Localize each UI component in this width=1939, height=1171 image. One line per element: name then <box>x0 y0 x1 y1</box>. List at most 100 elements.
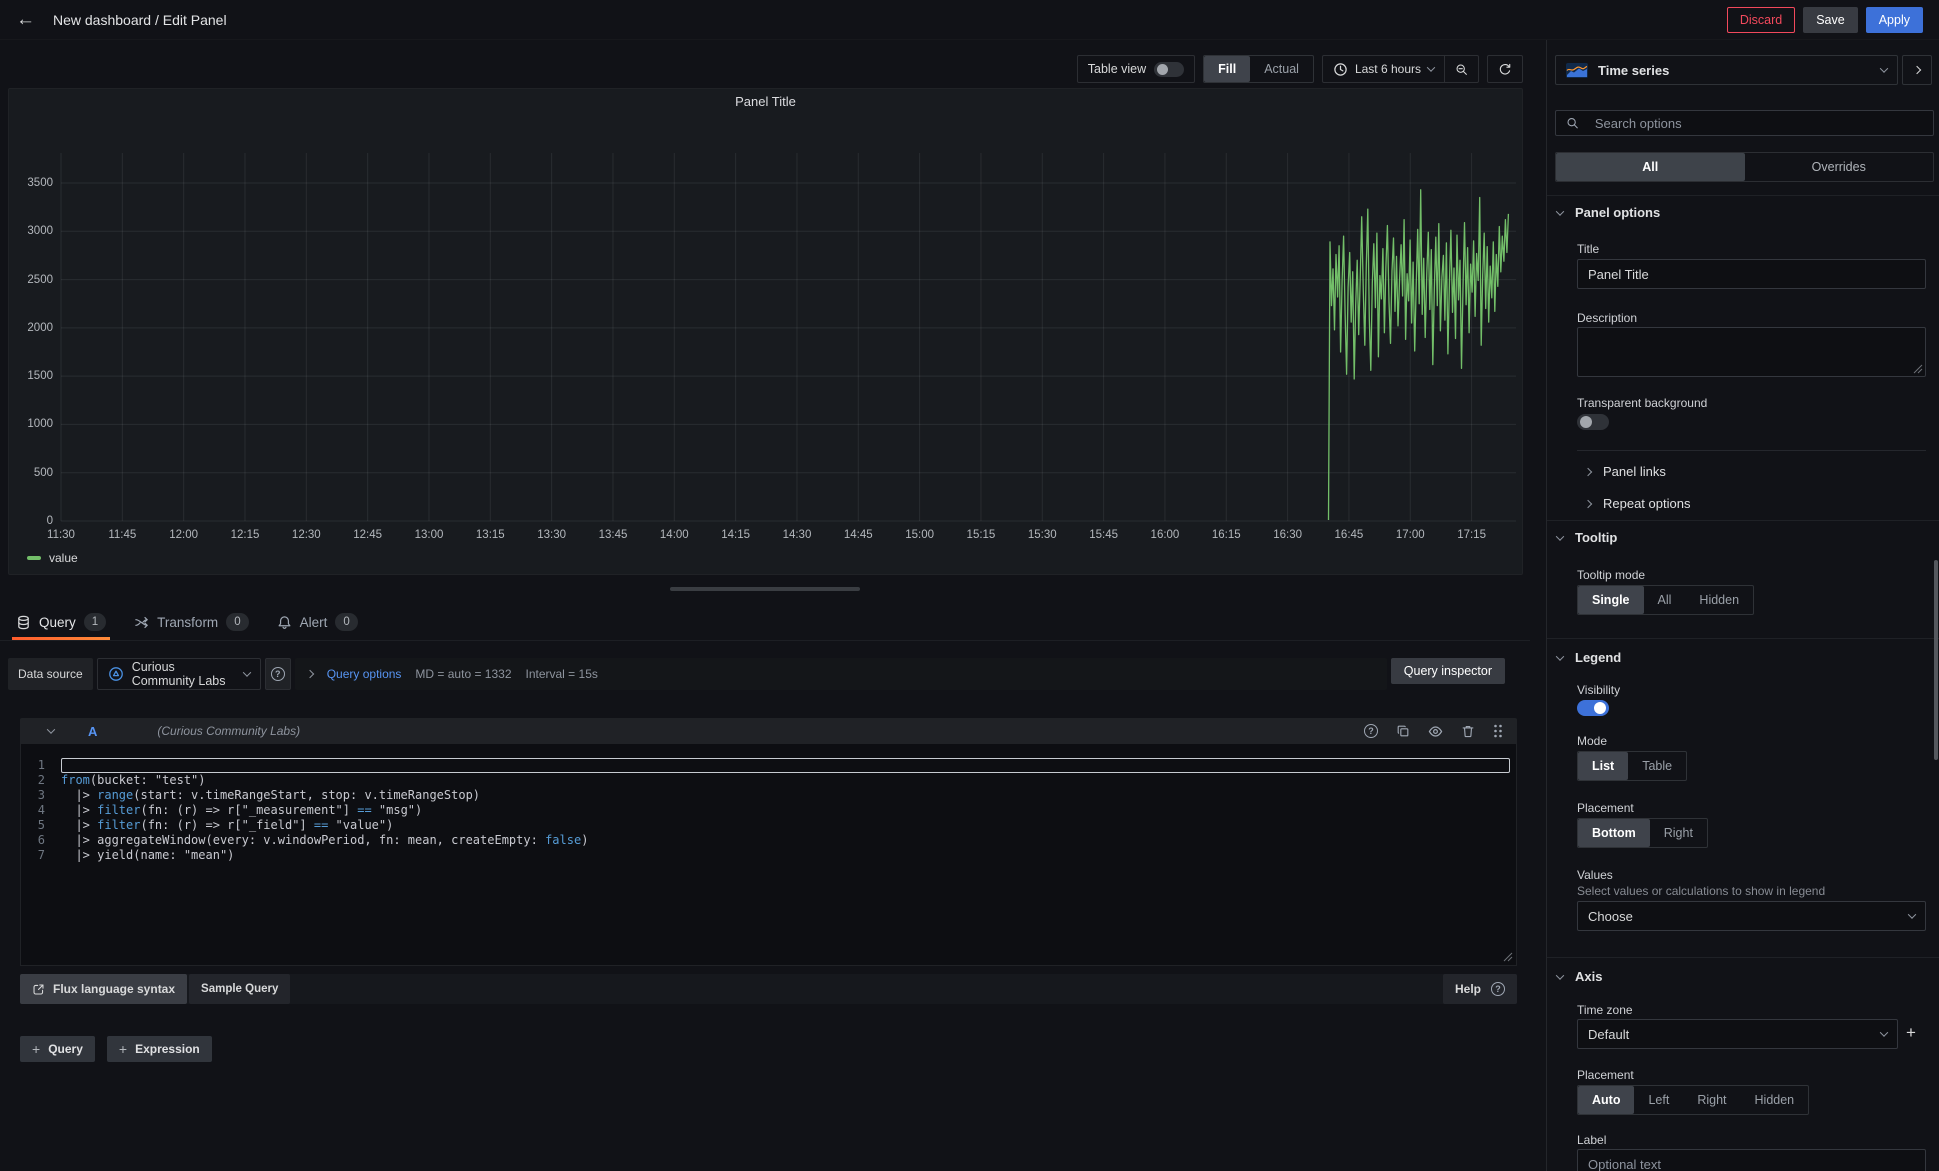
visualization-picker[interactable]: Time series <box>1555 55 1898 85</box>
add-timezone-button[interactable]: + <box>1906 1023 1916 1043</box>
panel-title-field[interactable] <box>1577 259 1926 289</box>
legend-visibility-toggle[interactable] <box>1577 700 1609 716</box>
option-right[interactable]: Right <box>1650 819 1707 847</box>
collapse-sidebar-button[interactable] <box>1902 55 1932 85</box>
query-inspector-button[interactable]: Query inspector <box>1391 658 1505 684</box>
code-line-3[interactable]: 3 |> range(start: v.timeRangeStart, stop… <box>21 788 1516 803</box>
search-options-input[interactable] <box>1595 116 1923 131</box>
interval-stat: Interval = 15s <box>526 667 598 681</box>
repeat-options-section[interactable]: Repeat options <box>1585 496 1690 511</box>
time-controls: Last 6 hours <box>1322 55 1479 83</box>
option-all[interactable]: All <box>1556 153 1745 181</box>
code-line-5[interactable]: 5 |> filter(fn: (r) => r["_field"] == "v… <box>21 818 1516 833</box>
refresh-icon <box>1498 62 1512 77</box>
axis-section-header[interactable]: Axis <box>1557 969 1602 984</box>
code-line-7[interactable]: 7 |> yield(name: "mean") <box>21 848 1516 863</box>
option-left[interactable]: Left <box>1634 1086 1683 1114</box>
panel-options-title: Panel options <box>1575 205 1660 220</box>
view-mode-group: FillActual <box>1203 55 1314 83</box>
option-fill[interactable]: Fill <box>1204 56 1250 82</box>
panel-options-section-header[interactable]: Panel options <box>1557 205 1660 220</box>
panel-title-input[interactable] <box>1588 267 1915 282</box>
apply-button[interactable]: Apply <box>1866 7 1923 33</box>
option-bottom[interactable]: Bottom <box>1578 819 1650 847</box>
option-all[interactable]: All <box>1644 586 1686 614</box>
top-bar: ← New dashboard / Edit Panel Discard Sav… <box>0 0 1939 40</box>
time-range-picker[interactable]: Last 6 hours <box>1323 56 1444 82</box>
option-hidden[interactable]: Hidden <box>1741 1086 1809 1114</box>
refresh-control <box>1487 55 1523 83</box>
table-view-toggle[interactable] <box>1154 62 1184 77</box>
code-line-1[interactable]: 1 <box>21 758 1516 773</box>
chevron-right-icon <box>1913 66 1921 74</box>
flux-code-editor[interactable]: 12from(bucket: "test")3 |> range(start: … <box>20 744 1517 966</box>
external-link-icon <box>32 983 45 996</box>
discard-button[interactable]: Discard <box>1727 7 1795 33</box>
tab-alert[interactable]: Alert0 <box>273 604 362 640</box>
code-line-4[interactable]: 4 |> filter(fn: (r) => r["_measurement"]… <box>21 803 1516 818</box>
refresh-button[interactable] <box>1488 56 1522 82</box>
datasource-picker[interactable]: Curious Community Labs <box>97 658 261 690</box>
database-icon <box>16 615 31 630</box>
y-axis-tick: 0 <box>9 515 53 527</box>
legend-values-select[interactable]: Choose <box>1577 901 1926 931</box>
search-options-box[interactable] <box>1555 110 1934 136</box>
code-line-2[interactable]: 2from(bucket: "test") <box>21 773 1516 788</box>
axis-label-field[interactable] <box>1577 1149 1926 1171</box>
legend-series-label[interactable]: value <box>49 551 78 565</box>
save-button[interactable]: Save <box>1803 7 1858 33</box>
option-overrides[interactable]: Overrides <box>1745 153 1934 181</box>
option-auto[interactable]: Auto <box>1578 1086 1634 1114</box>
x-axis-tick: 11:30 <box>39 529 83 541</box>
pane-resize-handle[interactable] <box>670 587 860 591</box>
duplicate-query-button[interactable] <box>1396 724 1410 738</box>
code-line-6[interactable]: 6 |> aggregateWindow(every: v.windowPeri… <box>21 833 1516 848</box>
query-help-button[interactable]: ? <box>1364 724 1378 738</box>
add-expression-button[interactable]: + Expression <box>107 1036 212 1062</box>
delete-query-button[interactable] <box>1461 724 1475 738</box>
drag-query-handle[interactable] <box>1493 724 1503 738</box>
tab-query[interactable]: Query1 <box>12 604 110 640</box>
x-axis-tick: 13:30 <box>530 529 574 541</box>
option-list[interactable]: List <box>1578 752 1628 780</box>
copy-icon <box>1396 724 1410 738</box>
editor-resize-handle[interactable] <box>1503 952 1513 962</box>
x-axis-tick: 15:30 <box>1020 529 1064 541</box>
query-options-link[interactable]: Query options <box>327 667 402 681</box>
panel-links-section[interactable]: Panel links <box>1585 464 1666 479</box>
flux-syntax-button[interactable]: Flux language syntax <box>20 974 187 1004</box>
option-right[interactable]: Right <box>1683 1086 1740 1114</box>
option-actual[interactable]: Actual <box>1250 56 1313 82</box>
chevron-down-icon <box>1427 63 1435 71</box>
collapse-query-icon[interactable] <box>47 725 55 733</box>
time-series-plot[interactable] <box>9 89 1524 576</box>
chevron-down-icon <box>1556 207 1564 215</box>
add-query-button[interactable]: + Query <box>20 1036 95 1062</box>
transparent-bg-toggle[interactable] <box>1577 414 1609 430</box>
query-editor-header[interactable]: A (Curious Community Labs) ? <box>20 718 1517 744</box>
option-hidden[interactable]: Hidden <box>1685 586 1753 614</box>
title-field-label: Title <box>1577 242 1599 256</box>
code-text <box>61 758 1510 773</box>
chart-legend[interactable]: value <box>27 551 78 565</box>
hide-query-button[interactable] <box>1428 724 1443 739</box>
description-textarea[interactable] <box>1577 327 1926 377</box>
line-number: 2 <box>21 773 61 788</box>
textarea-resize-handle[interactable] <box>1913 364 1923 374</box>
option-single[interactable]: Single <box>1578 586 1644 614</box>
sample-query-button[interactable]: Sample Query <box>189 974 290 1004</box>
back-arrow-icon[interactable]: ← <box>16 10 35 29</box>
help-button[interactable]: Help ? <box>1443 974 1517 1004</box>
sidebar-scrollbar[interactable] <box>1934 560 1938 760</box>
line-number: 7 <box>21 848 61 863</box>
timezone-select[interactable]: Default <box>1577 1019 1898 1049</box>
option-table[interactable]: Table <box>1628 752 1686 780</box>
axis-label-input[interactable] <box>1588 1157 1915 1171</box>
series-line <box>1329 190 1509 520</box>
zoom-out-button[interactable] <box>1444 56 1478 82</box>
tab-transform[interactable]: Transform0 <box>130 604 252 640</box>
legend-section-header[interactable]: Legend <box>1557 650 1621 665</box>
question-circle-icon: ? <box>1364 724 1378 738</box>
tooltip-section-header[interactable]: Tooltip <box>1557 530 1617 545</box>
datasource-help-button[interactable]: ? <box>265 658 291 690</box>
